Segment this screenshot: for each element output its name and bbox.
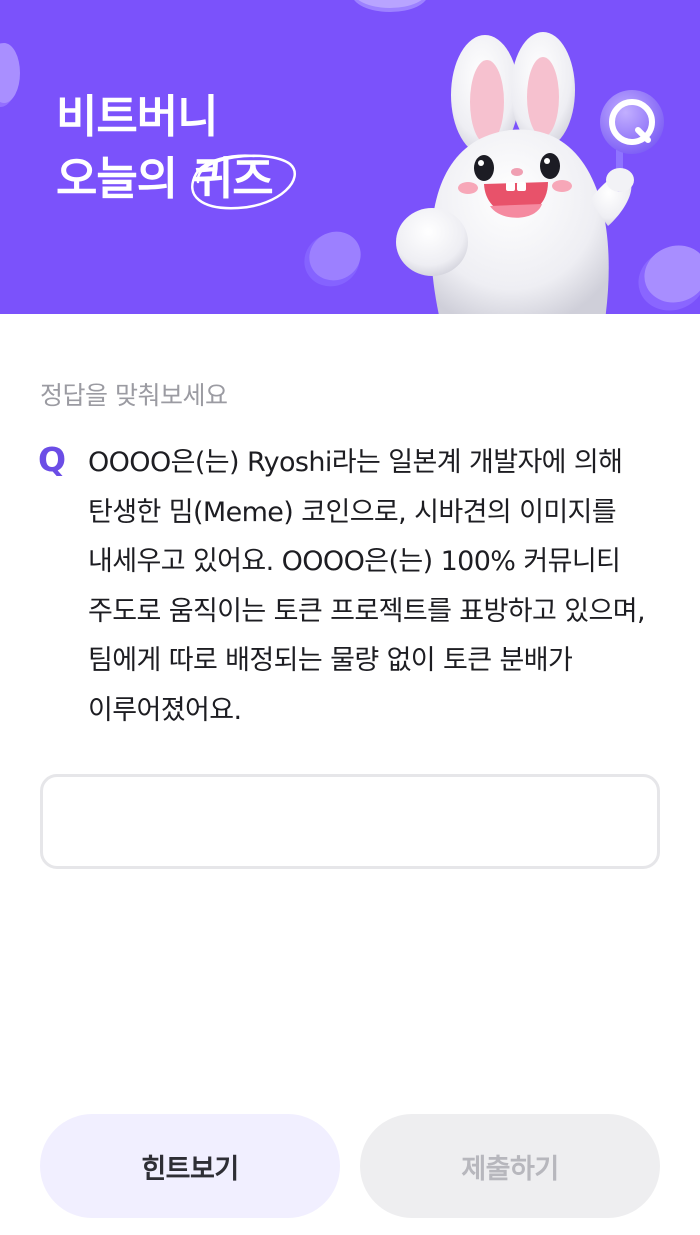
submit-button[interactable]: 제출하기 — [360, 1114, 660, 1218]
answer-input[interactable] — [40, 774, 660, 869]
question-text: OOOO은(는) Ryoshi라는 일본계 개발자에 의해 탄생한 밈(Meme… — [88, 447, 646, 726]
banner-title-prefix: 오늘의 — [56, 152, 192, 205]
banner-title: 비트버니 오늘의 퀴즈 — [56, 86, 296, 210]
banner-title-line1: 비트버니 — [56, 90, 219, 143]
coin-icon-middle — [304, 231, 361, 287]
banner-title-circled: 퀴즈 — [190, 148, 296, 210]
bunny-mascot-icon — [396, 32, 664, 314]
coin-icon-left — [0, 43, 20, 107]
coin-icon-top — [354, 0, 426, 12]
quiz-banner: 비트버니 오늘의 퀴즈 — [0, 0, 700, 314]
section-label: 정답을 맞춰보세요 — [40, 381, 228, 410]
question-label: Q — [38, 440, 67, 479]
hint-button[interactable]: 힌트보기 — [40, 1114, 340, 1218]
